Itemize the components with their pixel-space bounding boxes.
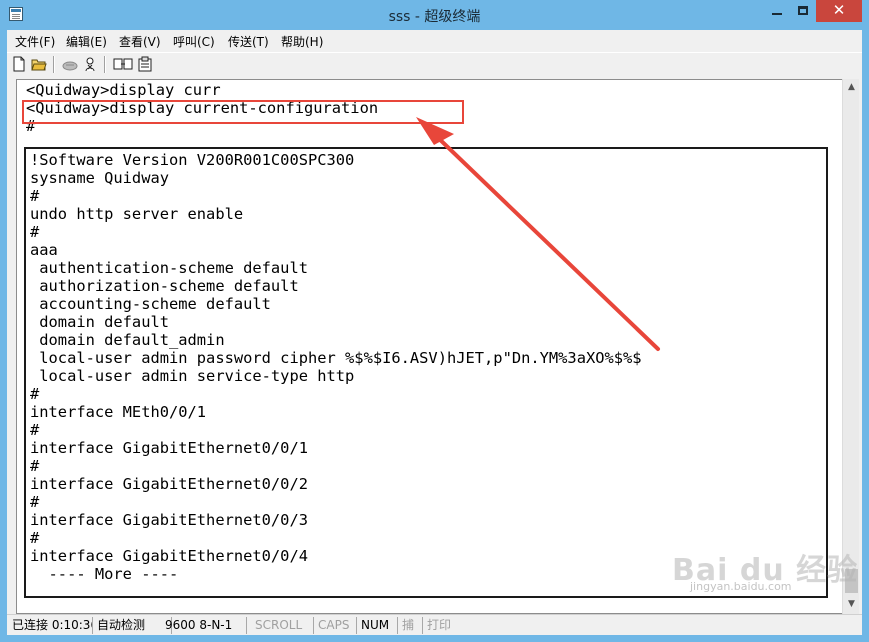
menu-view[interactable]: 查看(V): [119, 33, 161, 50]
properties-icon[interactable]: [137, 56, 153, 72]
config-line: #: [30, 421, 40, 439]
disconnect-icon[interactable]: [62, 56, 78, 72]
dial-icon[interactable]: [82, 56, 98, 72]
config-line: #: [30, 493, 40, 511]
status-scroll: SCROLL: [252, 617, 314, 634]
open-icon[interactable]: [31, 56, 47, 72]
new-icon[interactable]: [11, 56, 27, 72]
config-line: local-user admin service-type http: [30, 367, 355, 385]
terminal-screen[interactable]: <Quidway>display curr <Quidway>display c…: [16, 79, 859, 614]
config-line: #: [30, 187, 40, 205]
config-line: accounting-scheme default: [30, 295, 271, 313]
config-line: domain default_admin: [30, 331, 225, 349]
config-line: authentication-scheme default: [30, 259, 308, 277]
minimize-button[interactable]: [764, 0, 790, 22]
watermark-url: jingyan.baidu.com: [690, 580, 792, 593]
minimize-icon: [772, 13, 782, 15]
title-bar[interactable]: sss - 超级终端 ✕: [0, 0, 869, 30]
send-icon[interactable]: [113, 56, 133, 72]
terminal-line: <Quidway>display curr: [26, 81, 221, 99]
scroll-down-icon[interactable]: ▼: [843, 596, 860, 613]
config-line: #: [30, 223, 40, 241]
config-line: domain default: [30, 313, 169, 331]
toolbar-separator: [104, 56, 106, 73]
status-port: 9600 8-N-1: [162, 617, 247, 634]
config-line: undo http server enable: [30, 205, 244, 223]
toolbar: [7, 52, 862, 76]
config-line: sysname Quidway: [30, 169, 169, 187]
config-line: !Software Version V200R001C00SPC300: [30, 151, 355, 169]
config-line: #: [30, 529, 40, 547]
status-num: NUM: [358, 617, 398, 634]
menu-help[interactable]: 帮助(H): [281, 33, 323, 50]
more-prompt: ---- More ----: [30, 565, 179, 583]
menu-edit[interactable]: 编辑(E): [66, 33, 107, 50]
window-title: sss - 超级终端: [388, 9, 481, 25]
config-line: interface MEth0/0/1: [30, 403, 207, 421]
config-line: #: [30, 385, 40, 403]
menu-transfer[interactable]: 传送(T): [228, 33, 269, 50]
config-line: interface GigabitEthernet0/0/2: [30, 475, 308, 493]
maximize-button[interactable]: [790, 0, 816, 22]
menu-call[interactable]: 呼叫(C): [173, 33, 215, 50]
status-caps: CAPS: [315, 617, 357, 634]
config-line: authorization-scheme default: [30, 277, 299, 295]
menu-file[interactable]: 文件(F): [15, 33, 55, 50]
maximize-icon: [798, 6, 808, 15]
menu-bar: 文件(F) 编辑(E) 查看(V) 呼叫(C) 传送(T) 帮助(H): [7, 30, 862, 51]
status-capture: 捕: [399, 617, 423, 634]
status-print: 打印: [427, 618, 452, 632]
config-line: aaa: [30, 241, 58, 259]
status-bar: 已连接 0:10:36 自动检测 9600 8-N-1 SCROLL CAPS …: [7, 614, 862, 635]
command-highlight-box: [22, 100, 464, 124]
config-line: local-user admin password cipher %$%$I6.…: [30, 349, 642, 367]
vertical-scrollbar[interactable]: ▲ ▼: [842, 79, 859, 614]
status-connection: 已连接 0:10:36: [9, 617, 93, 634]
hyperterminal-window: sss - 超级终端 ✕ 文件(F) 编辑(E) 查看(V) 呼叫(C) 传送(…: [0, 0, 869, 642]
config-line: interface GigabitEthernet0/0/4: [30, 547, 308, 565]
close-button[interactable]: ✕: [816, 0, 862, 22]
status-detect: 自动检测: [94, 617, 172, 634]
configuration-output-box: !Software Version V200R001C00SPC300 sysn…: [24, 147, 828, 598]
config-line: interface GigabitEthernet0/0/3: [30, 511, 308, 529]
toolbar-separator: [53, 56, 55, 73]
close-icon: ✕: [832, 1, 846, 19]
config-line: interface GigabitEthernet0/0/1: [30, 439, 308, 457]
config-line: #: [30, 457, 40, 475]
scroll-up-icon[interactable]: ▲: [843, 79, 860, 96]
